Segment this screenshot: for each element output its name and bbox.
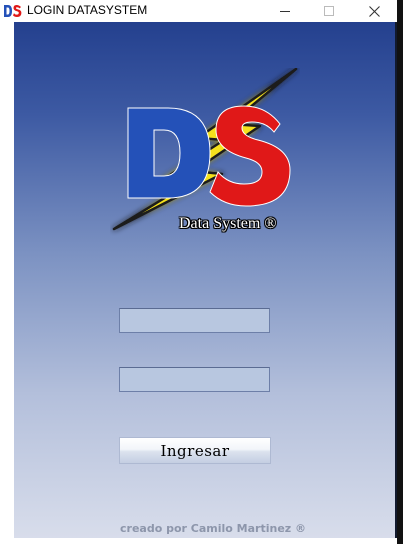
- login-window: LOGIN DATASYSTEM Data System ® Ingresar …: [0, 0, 397, 544]
- ds-logo-icon: [4, 5, 22, 17]
- ds-logo: [112, 68, 298, 231]
- maximize-icon: [324, 6, 334, 16]
- maximize-button[interactable]: [306, 0, 352, 22]
- d-letter-shape: [127, 107, 211, 199]
- s-letter-shape: [209, 105, 291, 207]
- password-input[interactable]: [119, 367, 270, 392]
- window-border: [395, 22, 397, 538]
- brand-name: Data System ®: [179, 215, 277, 232]
- username-input[interactable]: [119, 308, 270, 333]
- minimize-icon: [280, 11, 290, 12]
- login-button[interactable]: Ingresar: [119, 437, 271, 464]
- window-title: LOGIN DATASYSTEM: [27, 3, 148, 17]
- close-icon: [368, 5, 380, 17]
- login-panel: Data System ® Ingresar creado por Camilo…: [14, 22, 395, 538]
- close-button[interactable]: [351, 0, 397, 22]
- minimize-button[interactable]: [262, 0, 308, 22]
- title-bar[interactable]: LOGIN DATASYSTEM: [0, 0, 397, 22]
- window-bottom-edge: [0, 538, 397, 544]
- footer-credit: creado por Camilo Martinez ®: [120, 522, 307, 535]
